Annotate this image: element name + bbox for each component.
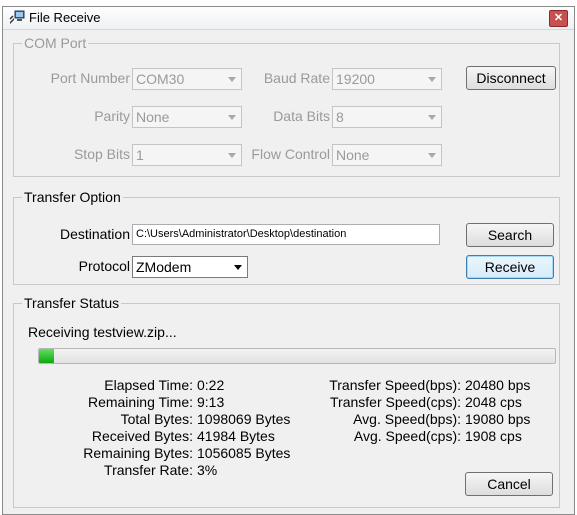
- elapsed-time-label: Elapsed Time:: [104, 377, 193, 393]
- received-bytes-value: 41984 Bytes: [197, 428, 275, 444]
- chevron-down-icon: [228, 153, 236, 158]
- port-number-label: Port Number: [50, 70, 130, 86]
- parity-combo[interactable]: None: [132, 106, 242, 128]
- transfer-progress-bar: [38, 348, 556, 364]
- avg-speed-bps-label: Avg. Speed(bps):: [353, 411, 461, 427]
- file-receive-dialog: File Receive ✕ COM Port Port Number COM3…: [2, 6, 575, 515]
- transfer-option-legend: Transfer Option: [22, 189, 123, 205]
- disconnect-button[interactable]: Disconnect: [466, 66, 556, 90]
- receive-label: Receive: [484, 259, 536, 275]
- computer-transfer-icon: [9, 10, 25, 24]
- received-bytes-label: Received Bytes:: [91, 428, 193, 444]
- destination-value: C:\Users\Administrator\Desktop\destinati…: [136, 228, 347, 240]
- transfer-rate-value: 3%: [197, 462, 218, 478]
- data-bits-label: Data Bits: [273, 108, 330, 124]
- status-text: Receiving testview.zip...: [28, 324, 177, 340]
- transfer-speed-bps-label: Transfer Speed(bps):: [329, 377, 461, 393]
- remaining-time-label: Remaining Time:: [87, 394, 193, 410]
- port-number-value: COM30: [136, 71, 185, 87]
- transfer-option-group: Transfer Option Destination C:\Users\Adm…: [13, 189, 560, 285]
- transfer-speed-bps-value: 20480 bps: [465, 377, 531, 393]
- cancel-button[interactable]: Cancel: [465, 472, 553, 496]
- flow-control-label: Flow Control: [251, 146, 330, 162]
- flow-control-value: None: [336, 147, 370, 163]
- title-bar[interactable]: File Receive ✕: [3, 7, 574, 30]
- close-icon: ✕: [553, 12, 564, 24]
- window-title: File Receive: [29, 10, 101, 25]
- chevron-down-icon: [428, 77, 436, 82]
- com-port-legend: COM Port: [22, 35, 89, 51]
- remaining-bytes-value: 1056085 Bytes: [197, 445, 291, 461]
- elapsed-time-value: 0:22: [197, 377, 225, 393]
- baud-rate-label: Baud Rate: [263, 70, 330, 86]
- progress-fill: [39, 349, 55, 363]
- chevron-down-icon: [228, 115, 236, 120]
- protocol-value: ZModem: [136, 259, 192, 275]
- chevron-down-icon: [234, 265, 242, 270]
- transfer-status-legend: Transfer Status: [22, 295, 122, 311]
- receive-button[interactable]: Receive: [466, 255, 554, 279]
- remaining-bytes-label: Remaining Bytes:: [83, 445, 193, 461]
- data-bits-combo[interactable]: 8: [332, 106, 442, 128]
- search-button[interactable]: Search: [466, 223, 554, 247]
- parity-label: Parity: [94, 108, 130, 124]
- destination-field[interactable]: C:\Users\Administrator\Desktop\destinati…: [132, 224, 440, 245]
- chevron-down-icon: [228, 77, 236, 82]
- protocol-label: Protocol: [78, 258, 130, 274]
- transfer-speed-cps-label: Transfer Speed(cps):: [330, 394, 461, 410]
- search-label: Search: [487, 227, 533, 243]
- chevron-down-icon: [428, 153, 436, 158]
- close-button[interactable]: ✕: [549, 10, 568, 27]
- disconnect-label: Disconnect: [476, 70, 546, 86]
- parity-value: None: [136, 109, 170, 125]
- com-port-group: COM Port Port Number COM30 Baud Rate 192…: [13, 35, 560, 177]
- baud-rate-combo[interactable]: 19200: [332, 68, 442, 90]
- data-bits-value: 8: [336, 109, 344, 125]
- port-number-combo[interactable]: COM30: [132, 68, 242, 90]
- total-bytes-value: 1098069 Bytes: [197, 411, 291, 427]
- protocol-combo[interactable]: ZModem: [132, 256, 248, 278]
- remaining-time-value: 9:13: [197, 394, 225, 410]
- stop-bits-combo[interactable]: 1: [132, 144, 242, 166]
- total-bytes-label: Total Bytes:: [120, 411, 193, 427]
- avg-speed-bps-value: 19080 bps: [465, 411, 531, 427]
- transfer-rate-label: Transfer Rate:: [104, 462, 193, 478]
- avg-speed-cps-label: Avg. Speed(cps):: [353, 428, 461, 444]
- stop-bits-value: 1: [136, 147, 144, 163]
- cancel-label: Cancel: [487, 476, 531, 492]
- destination-label: Destination: [59, 226, 130, 242]
- stop-bits-label: Stop Bits: [73, 146, 130, 162]
- baud-rate-value: 19200: [336, 71, 375, 87]
- transfer-speed-cps-value: 2048 cps: [465, 394, 522, 410]
- chevron-down-icon: [428, 115, 436, 120]
- flow-control-combo[interactable]: None: [332, 144, 442, 166]
- avg-speed-cps-value: 1908 cps: [465, 428, 522, 444]
